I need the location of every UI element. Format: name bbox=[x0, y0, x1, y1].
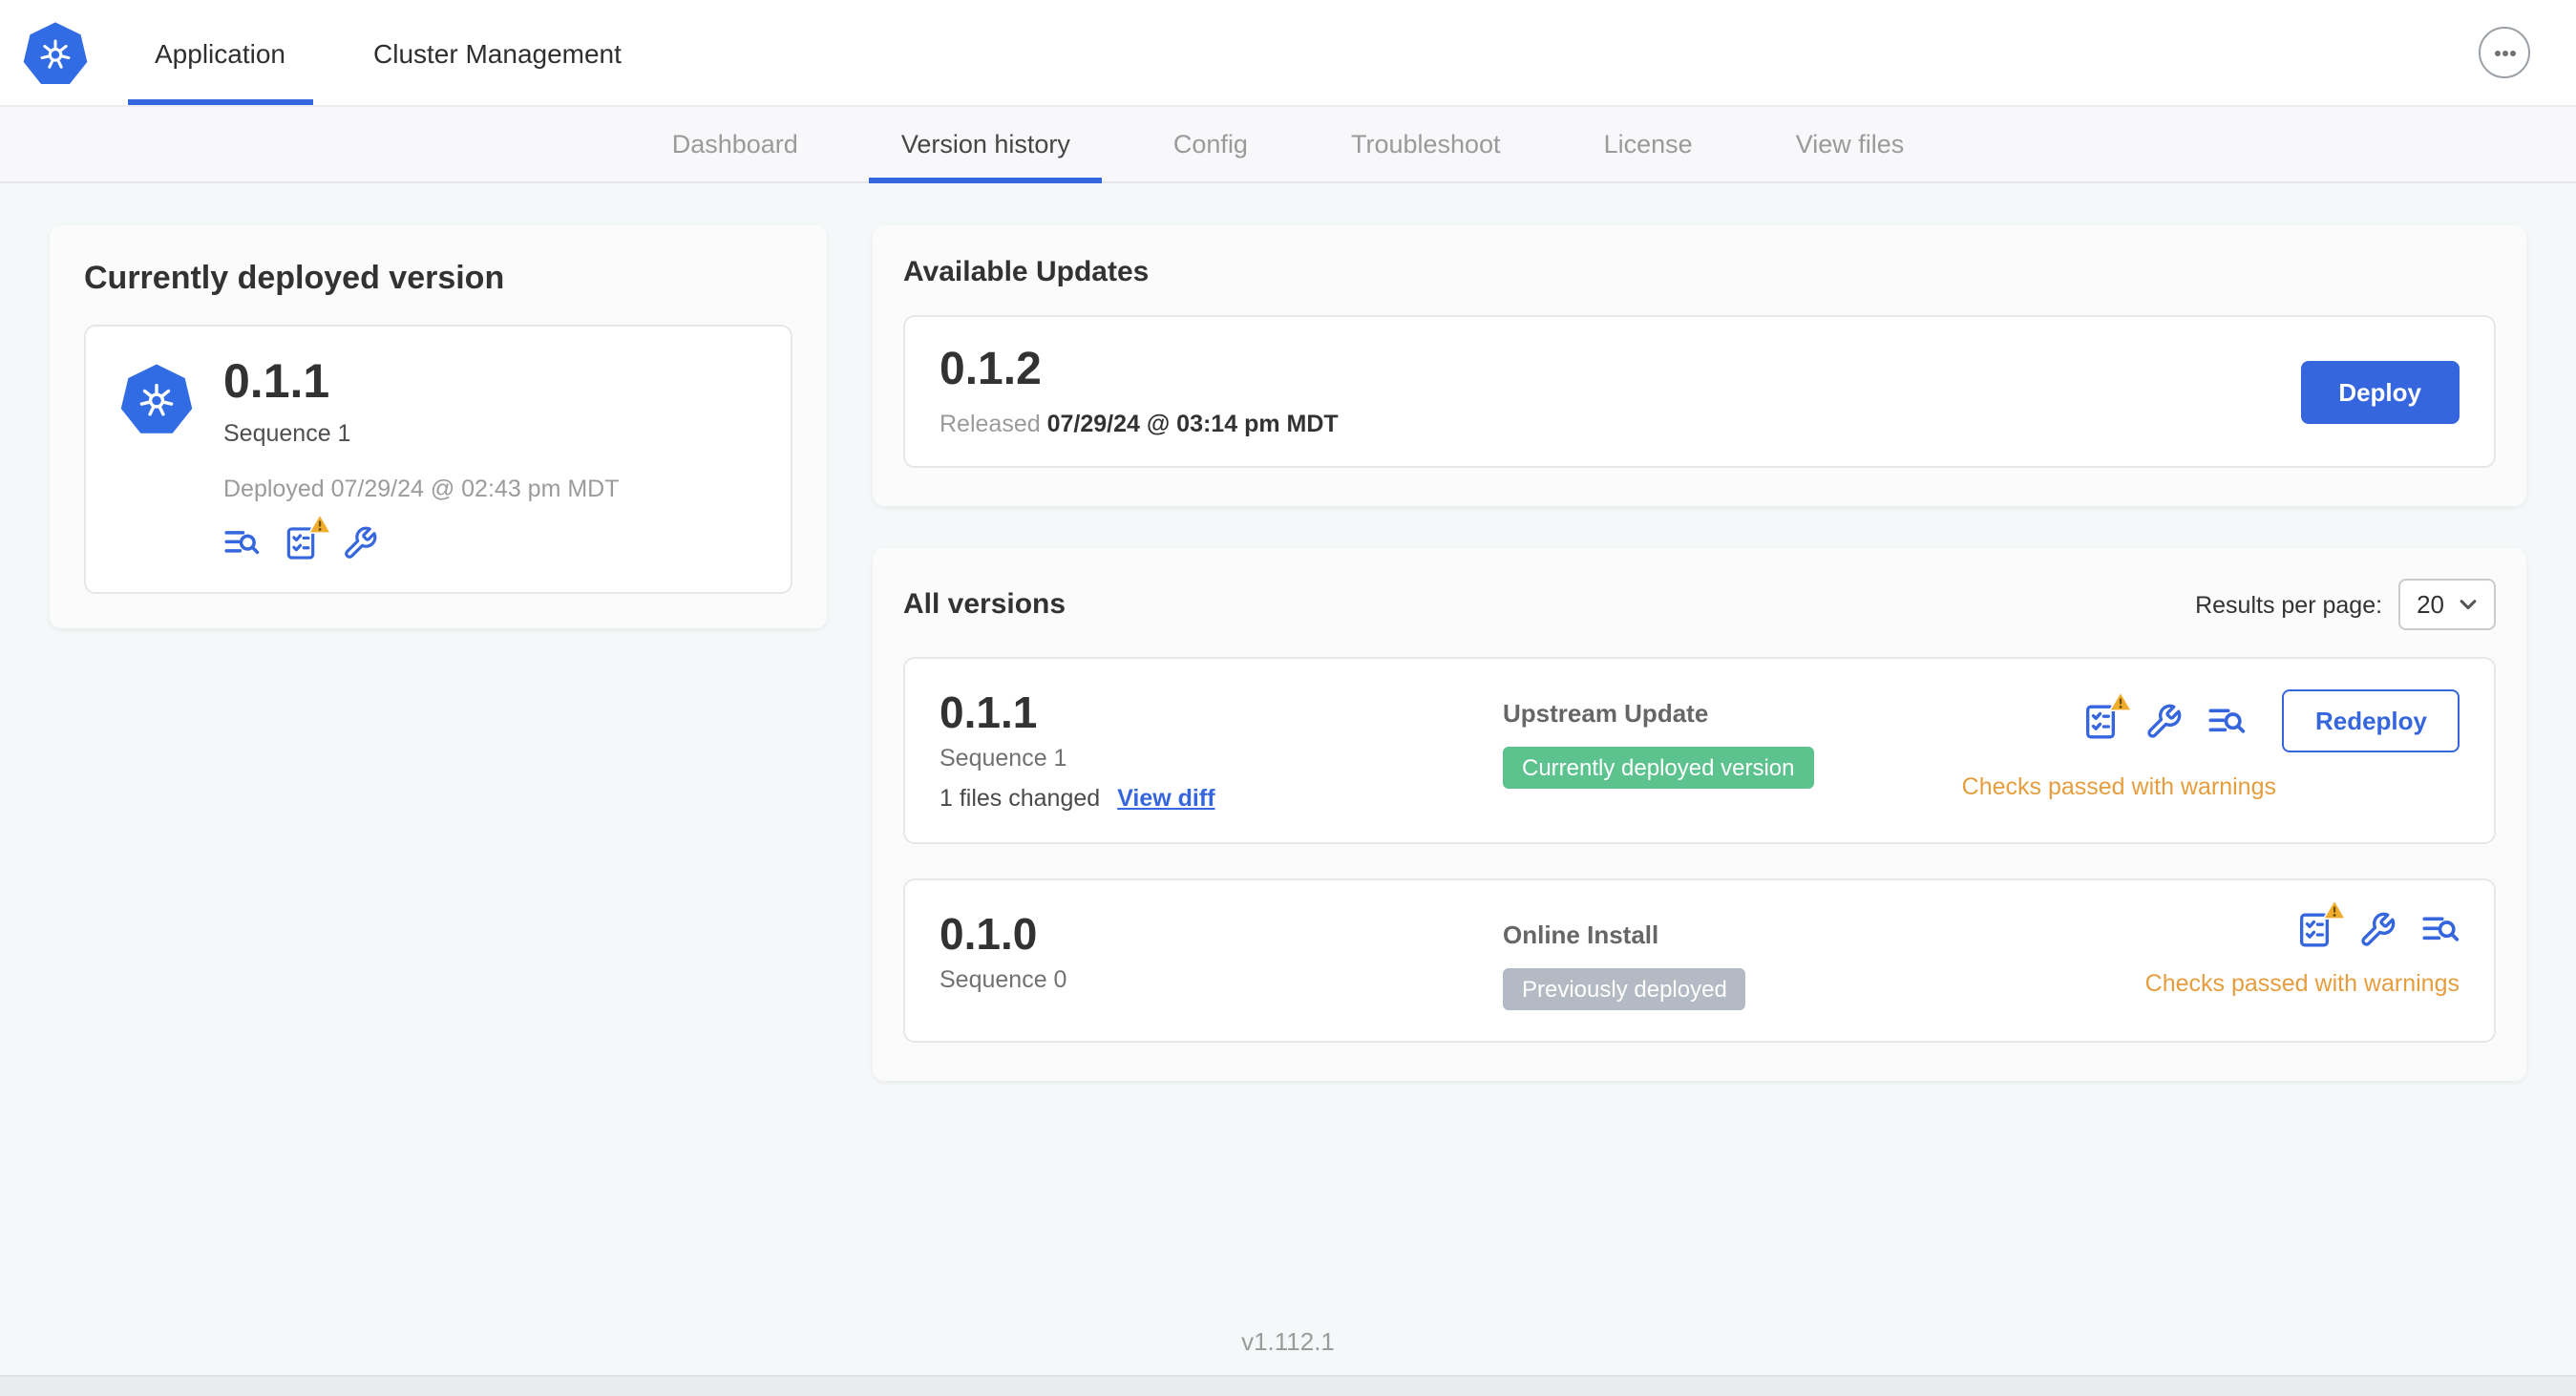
logs-icon[interactable] bbox=[2208, 702, 2247, 740]
config-wrench-icon[interactable] bbox=[2358, 912, 2397, 950]
nav-tab-application[interactable]: Application bbox=[111, 0, 329, 105]
all-versions-header: All versions Results per page: 20 bbox=[903, 579, 2496, 631]
tab-view-files[interactable]: View files bbox=[1744, 107, 1956, 181]
kubernetes-logo-icon bbox=[23, 20, 88, 85]
tab-label: Dashboard bbox=[671, 130, 798, 159]
top-navbar: Application Cluster Management bbox=[0, 0, 2576, 107]
app-logo bbox=[0, 0, 111, 105]
view-diff-link[interactable]: View diff bbox=[1117, 786, 1214, 813]
available-updates-title: Available Updates bbox=[903, 256, 1150, 288]
deployed-timestamp: Deployed 07/29/24 @ 02:43 pm MDT bbox=[223, 476, 620, 503]
warning-icon bbox=[2109, 690, 2134, 711]
version-rows: 0.1.1 Sequence 1 1 files changed View di… bbox=[903, 657, 2496, 1044]
more-options-button[interactable] bbox=[2479, 27, 2530, 78]
released-label: Released bbox=[940, 411, 1047, 438]
ellipsis-icon bbox=[2494, 50, 2515, 55]
tab-label: View files bbox=[1795, 130, 1905, 159]
version-actions: Redeploy Checks passed with warnings bbox=[1962, 689, 2460, 812]
tab-label: Version history bbox=[900, 130, 1070, 159]
version-source: Online Install bbox=[1503, 920, 1659, 950]
deploy-button[interactable]: Deploy bbox=[2300, 360, 2460, 424]
results-per-page: Results per page: 20 bbox=[2195, 579, 2496, 631]
preflight-checks-icon[interactable] bbox=[2295, 899, 2347, 950]
version-info: 0.1.1 Sequence 1 1 files changed View di… bbox=[940, 687, 1503, 813]
app-window: Application Cluster Management Dashboard… bbox=[0, 0, 2576, 1396]
preflight-checks-icon[interactable] bbox=[283, 514, 332, 562]
available-update-details: 0.1.2 Released 07/29/24 @ 03:14 pm MDT bbox=[940, 344, 1339, 438]
all-versions-card: All versions Results per page: 20 0.1.1 bbox=[873, 548, 2526, 1082]
logs-icon[interactable] bbox=[223, 526, 260, 562]
released-date: 07/29/24 @ 03:14 pm MDT bbox=[1046, 411, 1339, 438]
nav-tab-label: Cluster Management bbox=[373, 37, 622, 68]
files-changed-label: 1 files changed bbox=[940, 785, 1101, 813]
version-number: 0.1.0 bbox=[940, 909, 1038, 960]
tab-label: Config bbox=[1172, 130, 1248, 159]
warning-icon bbox=[2322, 899, 2347, 920]
deployed-version-actions bbox=[223, 514, 620, 562]
preflight-checks-icon[interactable] bbox=[2082, 690, 2134, 740]
currently-deployed-title: Currently deployed version bbox=[84, 260, 505, 296]
nav-tab-cluster-management[interactable]: Cluster Management bbox=[329, 0, 665, 105]
deployed-version-details: 0.1.1 Sequence 1 Deployed 07/29/24 @ 02:… bbox=[223, 355, 620, 562]
tab-license[interactable]: License bbox=[1552, 107, 1744, 181]
window-bottom-edge bbox=[0, 1375, 2576, 1396]
status-badge: Currently deployed version bbox=[1503, 747, 1814, 790]
version-row: 0.1.0 Sequence 0 Online Install Previous… bbox=[903, 878, 2496, 1044]
tab-dashboard[interactable]: Dashboard bbox=[621, 107, 850, 181]
version-info: 0.1.0 Sequence 0 bbox=[940, 909, 1503, 1011]
app-footer: v1.112.1 bbox=[0, 1306, 2576, 1375]
deployed-sequence: Sequence 1 bbox=[223, 420, 351, 448]
checks-status-text: Checks passed with warnings bbox=[1961, 773, 2276, 801]
main-content: Currently deployed version 0.1.1 Sequenc… bbox=[0, 183, 2576, 1306]
version-action-icons: Redeploy bbox=[2082, 689, 2460, 753]
logs-icon[interactable] bbox=[2421, 912, 2460, 950]
version-source-info: Online Install Previously deployed bbox=[1503, 912, 2145, 1011]
right-column: Available Updates 0.1.2 Released 07/29/2… bbox=[873, 225, 2526, 1082]
console-version: v1.112.1 bbox=[1241, 1326, 1335, 1355]
app-subnav: Dashboard Version history Config Trouble… bbox=[0, 107, 2576, 183]
results-per-page-select[interactable]: 20 bbox=[2397, 579, 2496, 631]
tab-label: License bbox=[1603, 130, 1693, 159]
nav-tab-label: Application bbox=[155, 37, 285, 68]
tab-config[interactable]: Config bbox=[1122, 107, 1299, 181]
version-sequence: Sequence 1 bbox=[940, 745, 1067, 772]
results-per-page-label: Results per page: bbox=[2195, 591, 2383, 619]
version-row: 0.1.1 Sequence 1 1 files changed View di… bbox=[903, 657, 2496, 845]
config-wrench-icon[interactable] bbox=[342, 526, 378, 562]
version-action-icons bbox=[2295, 899, 2460, 950]
tab-troubleshoot[interactable]: Troubleshoot bbox=[1299, 107, 1552, 181]
deployed-version-number: 0.1.1 bbox=[223, 355, 330, 409]
tab-version-history[interactable]: Version history bbox=[850, 107, 1122, 183]
checks-status-text: Checks passed with warnings bbox=[2144, 970, 2460, 998]
chevron-down-icon bbox=[2460, 599, 2477, 609]
currently-deployed-card: Currently deployed version 0.1.1 Sequenc… bbox=[50, 225, 827, 629]
config-wrench-icon[interactable] bbox=[2145, 702, 2184, 740]
redeploy-button[interactable]: Redeploy bbox=[2282, 689, 2460, 753]
available-updates-card: Available Updates 0.1.2 Released 07/29/2… bbox=[873, 225, 2526, 507]
version-source-info: Upstream Update Currently deployed versi… bbox=[1503, 689, 1962, 812]
update-released-line: Released 07/29/24 @ 03:14 pm MDT bbox=[940, 411, 1339, 437]
update-version-number: 0.1.2 bbox=[940, 344, 1042, 395]
results-per-page-value: 20 bbox=[2417, 590, 2444, 620]
version-sequence: Sequence 0 bbox=[940, 966, 1067, 994]
version-number: 0.1.1 bbox=[940, 687, 1038, 738]
files-changed-line: 1 files changed View diff bbox=[940, 786, 1503, 813]
tab-label: Troubleshoot bbox=[1350, 130, 1501, 159]
status-badge: Previously deployed bbox=[1503, 968, 1746, 1011]
kubernetes-app-icon bbox=[120, 363, 193, 435]
version-source: Upstream Update bbox=[1503, 699, 1709, 729]
warning-icon bbox=[307, 514, 332, 535]
version-actions: Checks passed with warnings bbox=[2144, 899, 2460, 1011]
available-update-row: 0.1.2 Released 07/29/24 @ 03:14 pm MDT D… bbox=[903, 315, 2496, 469]
all-versions-title: All versions bbox=[903, 588, 1066, 622]
deployed-version-box: 0.1.1 Sequence 1 Deployed 07/29/24 @ 02:… bbox=[84, 325, 792, 595]
